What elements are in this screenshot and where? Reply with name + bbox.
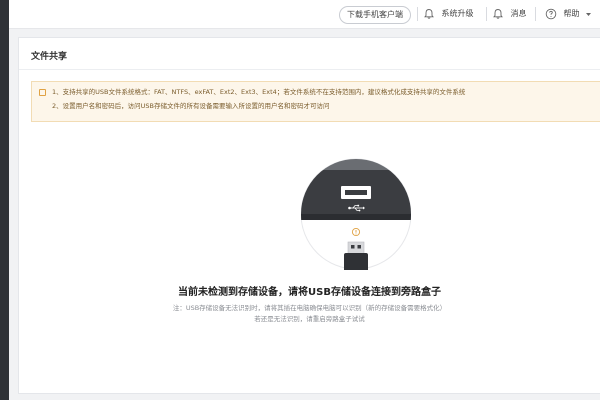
- empty-state-hint: 注：USB存储设备无法识别时，请将其插在电脑确保电脑可以识别（新的存储设备需要格…: [172, 304, 447, 312]
- caret-down-icon: [586, 12, 592, 16]
- empty-state-message: 当前未检测到存储设备，请将USB存储设备连接到旁路盒子: [178, 287, 441, 298]
- messages-button[interactable]: 消息: [492, 6, 527, 22]
- top-bar: 下载手机客户端 系统升级 消息 帮助: [9, 0, 600, 29]
- system-upgrade-button[interactable]: 系统升级: [423, 6, 474, 22]
- bell-icon: [493, 9, 503, 19]
- help-circle-icon: [545, 8, 557, 20]
- empty-state-hint: 若还是无法识别，请重启旁路盒子试试: [254, 315, 365, 323]
- page-title: 文件共享: [31, 52, 68, 62]
- bell-alert-icon: [424, 9, 434, 19]
- notice-banner: 1、支持共享的USB文件系统格式：FAT、NTFS、exFAT、Ext2、Ext…: [31, 81, 600, 122]
- divider: [417, 7, 418, 21]
- notice-item: 2、设置用户名和密码后，访问USB存储文件的所有设备需要输入所设置的用户名和密码…: [52, 102, 330, 110]
- title-divider: [19, 69, 600, 70]
- notice-item: 1、支持共享的USB文件系统格式：FAT、NTFS、exFAT、Ext2、Ext…: [39, 88, 465, 98]
- help-menu[interactable]: 帮助: [545, 6, 592, 22]
- upgrade-label: 系统升级: [441, 9, 474, 18]
- usb-device-illustration: [301, 158, 411, 270]
- file-sharing-card: 文件共享 1、支持共享的USB文件系统格式：FAT、NTFS、exFAT、Ext…: [18, 37, 600, 394]
- divider: [486, 7, 487, 21]
- divider: [535, 7, 536, 21]
- help-label: 帮助: [563, 9, 580, 18]
- left-sidebar-strip: [0, 0, 9, 400]
- download-client-button[interactable]: 下载手机客户端: [339, 6, 411, 24]
- notice-bullet-icon: [39, 89, 46, 96]
- messages-label: 消息: [510, 9, 527, 18]
